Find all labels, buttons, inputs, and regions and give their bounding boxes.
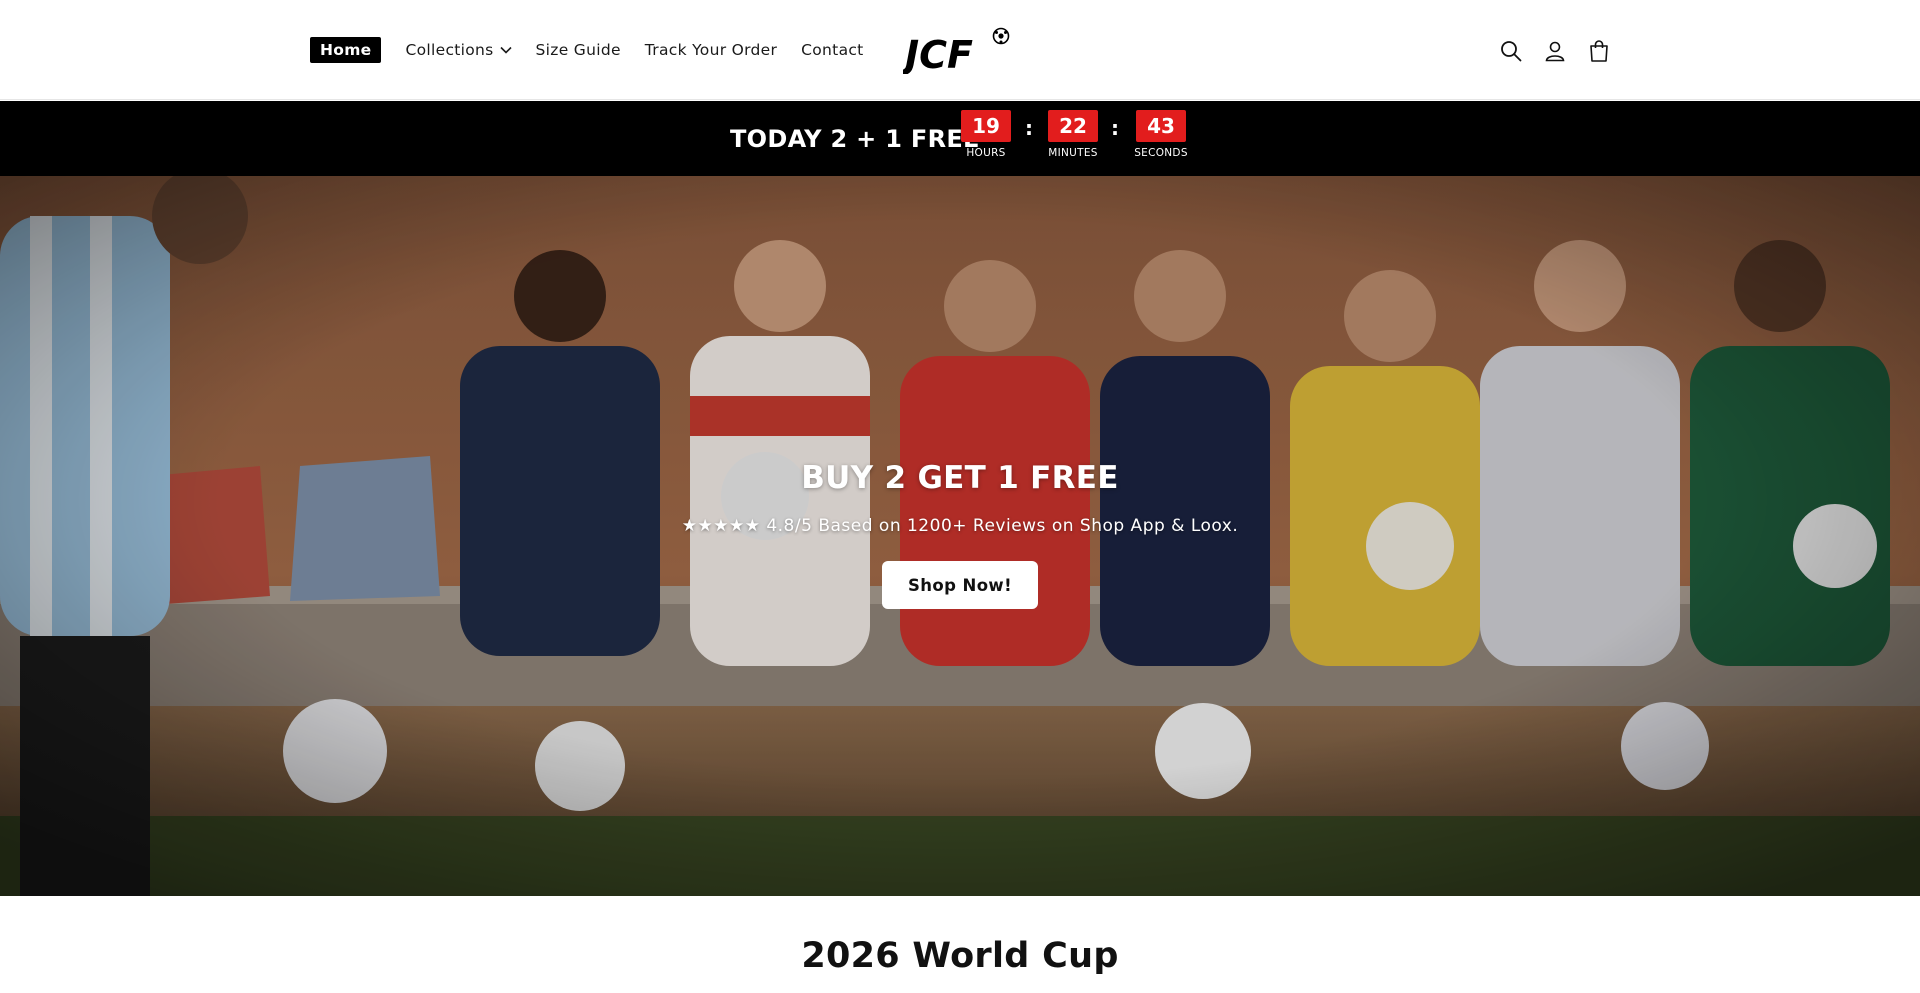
chevron-down-icon [499,46,512,54]
seconds-value: 43 [1136,110,1186,142]
seconds-label: SECONDS [1134,147,1188,159]
minutes-value: 22 [1048,110,1098,142]
hours-label: HOURS [966,147,1006,159]
hero-title: BUY 2 GET 1 FREE [801,460,1119,496]
logo-text: JCF [903,33,973,74]
shop-now-button[interactable]: Shop Now! [882,561,1038,609]
nav-collections-label: Collections [405,41,494,59]
main-nav: Home Collections Size Guide Track Your O… [310,36,888,64]
hero-rating: ★★★★★ 4.8/5 Based on 1200+ Reviews on Sh… [681,516,1239,536]
nav-contact[interactable]: Contact [801,36,863,64]
nav-home[interactable]: Home [310,37,382,63]
section-title: 2026 World Cup [801,936,1119,976]
promo-text: TODAY 2 + 1 FREE [730,125,980,153]
countdown-minutes: 22 MINUTES [1038,110,1108,159]
nav-track-order[interactable]: Track Your Order [645,36,777,64]
jcf-logo[interactable]: JCF [898,26,1013,77]
minutes-label: MINUTES [1048,147,1098,159]
account-icon[interactable] [1540,36,1570,66]
countdown-separator: : [1111,116,1119,140]
nav-collections[interactable]: Collections [405,36,512,64]
hero-banner: BUY 2 GET 1 FREE ★★★★★ 4.8/5 Based on 12… [0,176,1920,896]
site-header: Home Collections Size Guide Track Your O… [0,0,1920,100]
search-icon[interactable] [1496,36,1526,66]
countdown-seconds: 43 SECONDS [1126,110,1196,159]
cart-icon[interactable] [1584,36,1614,66]
hours-value: 19 [961,110,1011,142]
nav-size-guide[interactable]: Size Guide [536,36,621,64]
countdown-separator: : [1025,116,1033,140]
countdown-hours: 19 HOURS [951,110,1021,159]
header-icons [1496,36,1628,66]
hero-overlay [0,176,1920,896]
